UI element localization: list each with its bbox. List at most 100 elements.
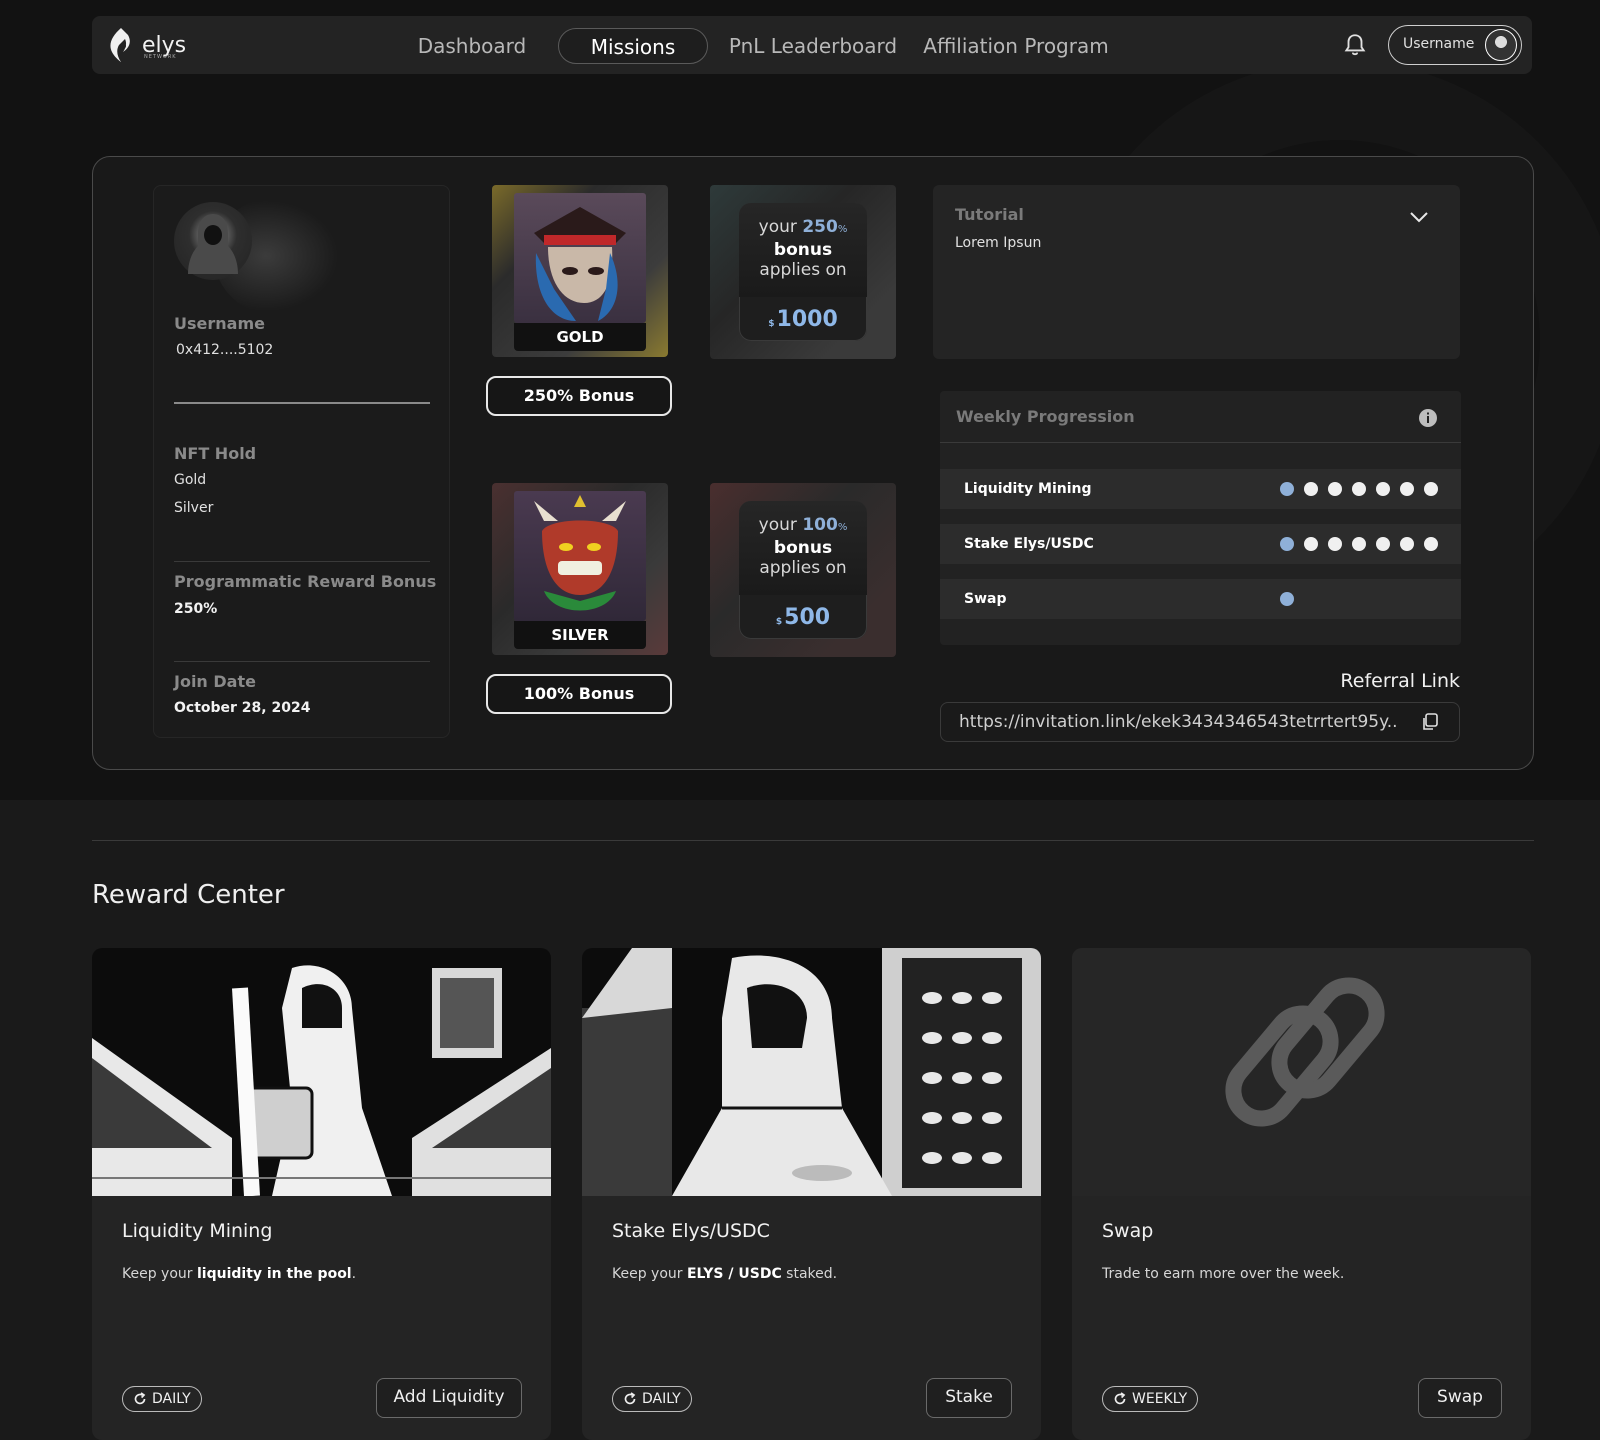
reward-bonus-value: 250% — [174, 601, 218, 617]
reward-card-title: Swap — [1102, 1220, 1154, 1242]
tutorial-title: Tutorial — [955, 205, 1024, 224]
weekly-progression-panel: Weekly Progression Liquidity Mining Stak… — [940, 391, 1461, 645]
frequency-badge: DAILY — [122, 1386, 202, 1412]
profile-card: Username 0x412....5102 NFT Hold Gold Sil… — [153, 185, 450, 738]
chevron-down-icon[interactable] — [1407, 205, 1431, 229]
nft-card-silver[interactable]: SILVER — [492, 483, 668, 655]
user-menu-label: Username — [1403, 36, 1475, 52]
progress-dot-pending — [1304, 537, 1318, 551]
bonus-panel: your 100% bonus applies on $500 — [739, 501, 867, 639]
bonus-amount: $500 — [739, 601, 867, 635]
swap-button[interactable]: Swap — [1418, 1378, 1502, 1418]
bonus-amount-value: 500 — [784, 605, 831, 630]
pirate-character-art — [514, 193, 646, 323]
hooded-figure-icon — [188, 214, 238, 274]
reward-card-description: Keep your ELYS / USDC staked. — [612, 1266, 838, 1282]
nft-hold-item: Silver — [174, 500, 214, 516]
nav-affiliation-program[interactable]: Affiliation Program — [918, 28, 1114, 64]
stake-button[interactable]: Stake — [926, 1378, 1012, 1418]
section-divider — [174, 661, 430, 662]
refresh-icon — [624, 1392, 636, 1405]
reward-card-description: Trade to earn more over the week. — [1102, 1266, 1345, 1282]
reward-card-title: Stake Elys/USDC — [612, 1220, 770, 1242]
section-divider — [174, 561, 430, 562]
bonus-panel: your 250% bonus applies on $1000 — [739, 203, 867, 341]
elys-logo-icon — [110, 28, 130, 62]
frequency-label: DAILY — [152, 1390, 191, 1407]
bonus-percent: 100 — [802, 515, 838, 535]
frequency-badge: WEEKLY — [1102, 1386, 1199, 1412]
add-liquidity-button[interactable]: Add Liquidity — [376, 1378, 522, 1418]
profile-avatar — [174, 202, 252, 280]
username-value: 0x412....5102 — [176, 342, 274, 358]
silver-bonus-button[interactable]: 100% Bonus — [486, 674, 672, 714]
swap-image-placeholder — [1072, 948, 1531, 1196]
bonus-prefix: your — [758, 217, 797, 237]
frequency-label: DAILY — [642, 1390, 681, 1407]
progress-dot-pending — [1376, 482, 1390, 496]
bonus-percent: 250 — [802, 217, 838, 237]
join-date-value: October 28, 2024 — [174, 700, 311, 716]
progress-dots — [1280, 482, 1438, 496]
bell-icon[interactable] — [1342, 32, 1368, 58]
weekly-progression-header: Weekly Progression — [940, 391, 1461, 443]
progress-dot-pending — [1352, 537, 1366, 551]
progress-dot-complete — [1280, 482, 1294, 496]
bonus-applies: applies on — [759, 260, 847, 280]
bonus-text: your 100% bonus applies on — [739, 501, 867, 595]
referral-link-text[interactable]: https://invitation.link/ekek3434346543te… — [959, 703, 1399, 741]
nft-hold-label: NFT Hold — [174, 444, 257, 463]
join-date-label: Join Date — [174, 672, 256, 691]
username-label: Username — [174, 314, 265, 333]
reward-center-title: Reward Center — [92, 880, 285, 910]
progress-dot-pending — [1328, 482, 1342, 496]
copy-icon[interactable] — [1421, 713, 1439, 731]
nft-tier-label: SILVER — [514, 621, 646, 649]
referral-link-field[interactable]: https://invitation.link/ekek3434346543te… — [940, 702, 1460, 742]
weekly-row-label: Swap — [964, 591, 1007, 607]
staking-illustration — [582, 948, 1041, 1196]
progress-dot-complete — [1280, 592, 1294, 606]
progress-dots — [1280, 592, 1294, 606]
bonus-word: bonus — [773, 538, 833, 558]
refresh-icon — [134, 1392, 146, 1405]
progress-dot-complete — [1280, 537, 1294, 551]
nft-hold-item: Gold — [174, 472, 207, 488]
bonus-percent-unit: % — [837, 224, 848, 235]
currency-symbol: $ — [768, 319, 775, 329]
info-icon[interactable] — [1418, 408, 1438, 428]
nav-dashboard[interactable]: Dashboard — [404, 28, 540, 64]
bonus-text: your 250% bonus applies on — [739, 203, 867, 297]
reward-card-liquidity-mining: Liquidity Mining Keep your liquidity in … — [92, 948, 551, 1440]
user-menu-button[interactable]: Username — [1388, 25, 1522, 65]
progress-dot-pending — [1352, 482, 1366, 496]
progress-dot-pending — [1400, 482, 1414, 496]
progress-dots — [1280, 537, 1438, 551]
weekly-row-label: Stake Elys/USDC — [964, 536, 1094, 552]
logo-subtext: NETWORK — [144, 54, 177, 60]
reward-card-description: Keep your liquidity in the pool. — [122, 1266, 357, 1282]
tutorial-body: Lorem Ipsun — [955, 235, 1042, 251]
section-divider — [92, 840, 1534, 841]
bonus-amount: $1000 — [739, 303, 867, 337]
progress-dot-pending — [1424, 537, 1438, 551]
gold-bonus-button[interactable]: 250% Bonus — [486, 376, 672, 416]
demon-character-art — [514, 491, 646, 621]
reward-card-stake-elys-usdc: Stake Elys/USDC Keep your ELYS / USDC st… — [582, 948, 1041, 1440]
reward-card-title: Liquidity Mining — [122, 1220, 273, 1242]
frequency-badge: DAILY — [612, 1386, 692, 1412]
nav-pnl-leaderboard[interactable]: PnL Leaderboard — [724, 28, 902, 64]
top-navbar: elys NETWORK Dashboard Missions PnL Lead… — [92, 16, 1532, 74]
nft-card-gold[interactable]: GOLD — [492, 185, 668, 357]
bonus-percent-unit: % — [837, 522, 848, 533]
tutorial-accordion[interactable]: Tutorial Lorem Ipsun — [933, 185, 1460, 359]
elys-logo[interactable]: elys NETWORK — [106, 26, 196, 64]
gold-bonus-card: your 250% bonus applies on $1000 — [710, 185, 896, 359]
nav-missions[interactable]: Missions — [558, 28, 708, 64]
progress-dot-pending — [1400, 537, 1414, 551]
weekly-row-swap: Swap — [940, 579, 1461, 619]
bonus-prefix: your — [758, 515, 797, 535]
liquidity-mining-illustration — [92, 948, 551, 1196]
weekly-row-stake-elys-usdc: Stake Elys/USDC — [940, 524, 1461, 564]
weekly-row-label: Liquidity Mining — [964, 481, 1092, 497]
